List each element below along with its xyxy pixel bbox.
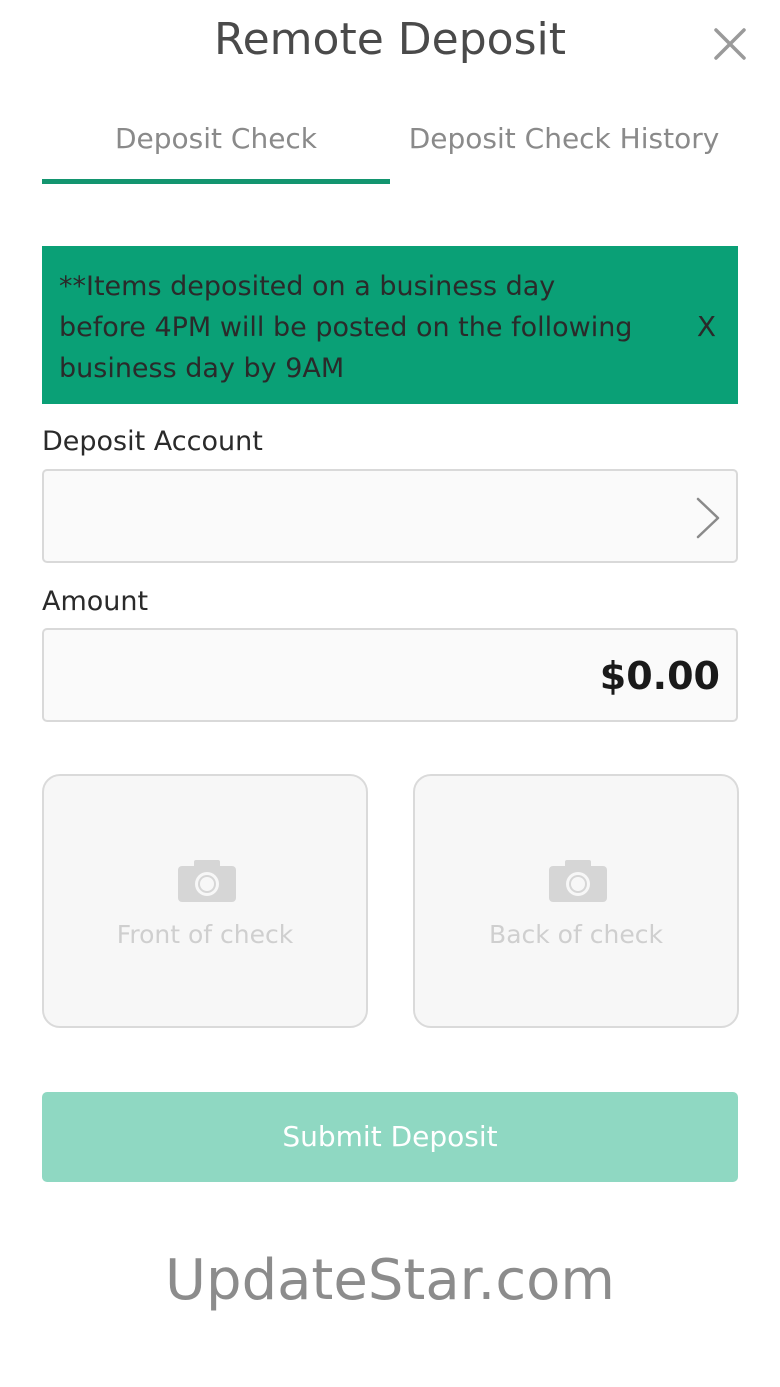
back-of-check-capture[interactable]: Back of check bbox=[413, 774, 739, 1028]
page-title: Remote Deposit bbox=[214, 14, 566, 65]
submit-deposit-button[interactable]: Submit Deposit bbox=[42, 1092, 738, 1182]
amount-input[interactable]: $0.00 bbox=[42, 628, 738, 722]
amount-value: $0.00 bbox=[599, 654, 720, 698]
back-of-check-label: Back of check bbox=[489, 920, 663, 949]
chevron-right-icon bbox=[696, 497, 720, 539]
camera-icon bbox=[549, 860, 607, 902]
tab-label: Deposit Check bbox=[114, 122, 318, 155]
front-of-check-capture[interactable]: Front of check bbox=[42, 774, 368, 1028]
info-banner: **Items deposited on a business day befo… bbox=[42, 246, 738, 404]
amount-label: Amount bbox=[42, 586, 149, 617]
tab-deposit-check[interactable]: Deposit Check bbox=[42, 110, 390, 186]
close-icon bbox=[714, 28, 746, 60]
deposit-account-select[interactable] bbox=[42, 469, 738, 563]
banner-message: **Items deposited on a business day befo… bbox=[59, 271, 633, 384]
watermark: UpdateStar.com bbox=[165, 1248, 615, 1313]
remote-deposit-screen: Remote Deposit Deposit Check Deposit Che… bbox=[0, 0, 780, 1387]
tab-label: Deposit Check History bbox=[408, 122, 720, 155]
camera-icon bbox=[178, 860, 236, 902]
front-of-check-label: Front of check bbox=[116, 920, 294, 949]
tab-bar: Deposit Check Deposit Check History bbox=[42, 110, 738, 186]
close-button[interactable] bbox=[708, 22, 752, 66]
tab-deposit-check-history[interactable]: Deposit Check History bbox=[390, 110, 738, 186]
deposit-account-label: Deposit Account bbox=[42, 426, 263, 457]
banner-dismiss-button[interactable]: X bbox=[697, 306, 716, 347]
active-tab-indicator bbox=[42, 179, 390, 184]
